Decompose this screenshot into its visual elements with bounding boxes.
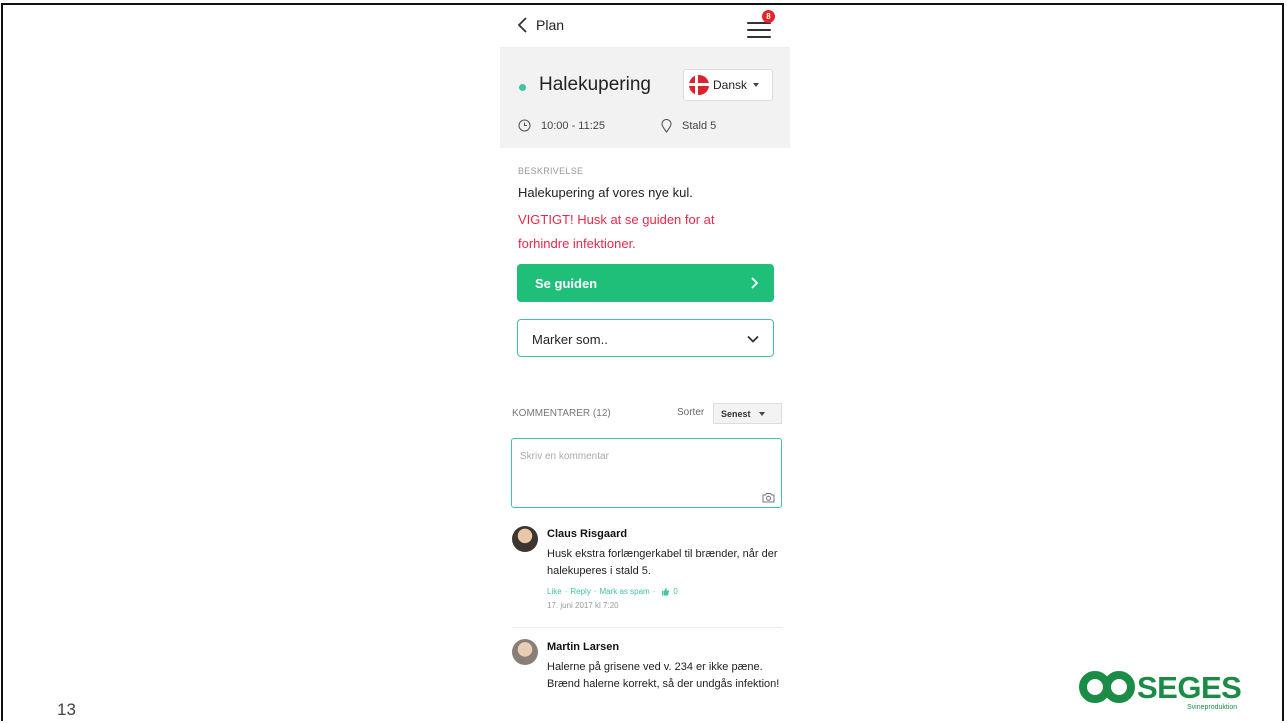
task-title: Halekupering	[539, 74, 651, 95]
reply-link[interactable]: Reply	[570, 587, 590, 596]
comment-text: Halerne på grisene ved v. 234 er ikke pæ…	[547, 661, 780, 690]
task-location: Stald 5	[661, 119, 716, 133]
sort-value: Senest	[721, 408, 751, 419]
description-text: Halekupering af vores nye kul.	[518, 185, 693, 200]
see-guide-label: Se guiden	[535, 276, 598, 291]
language-label: Dansk	[713, 78, 748, 92]
comment-divider	[512, 627, 782, 628]
top-bar: Plan 8	[500, 6, 790, 48]
caret-down-icon	[758, 411, 765, 416]
description-label: BESKRIVELSE	[518, 166, 584, 176]
status-dot	[519, 84, 526, 91]
avatar[interactable]	[512, 639, 538, 665]
location-text: Stald 5	[682, 120, 717, 132]
location-pin-icon	[661, 119, 672, 133]
see-guide-button[interactable]: Se guiden	[517, 264, 774, 302]
time-text: 10:00 - 11:25	[541, 119, 606, 132]
comments-count-label: KOMMENTARER (12)	[512, 408, 611, 419]
chevron-left-icon	[517, 17, 527, 33]
comment-input[interactable]	[511, 438, 782, 508]
comment-date: 17. juni 2017 kl 7:20	[547, 601, 619, 610]
logo-name: SEGES	[1137, 670, 1242, 705]
like-link[interactable]: Like	[547, 587, 562, 596]
like-count[interactable]: 0	[661, 587, 678, 596]
back-button[interactable]: Plan	[516, 16, 564, 34]
logo-ring-right	[1103, 671, 1135, 703]
comment-author[interactable]: Claus Risgaard	[547, 528, 627, 540]
back-label: Plan	[536, 17, 565, 33]
notification-badge: 8	[762, 10, 775, 23]
chevron-right-icon	[751, 277, 758, 289]
mark-as-spam-link[interactable]: Mark as spam	[599, 587, 649, 596]
slide-number: 13	[57, 700, 76, 719]
task-header: Halekupering Dansk 10:00 - 11:25 Stald 5	[500, 48, 790, 148]
comment-actions: Like · Reply · Mark as spam · 0	[547, 587, 678, 596]
language-select[interactable]: Dansk	[683, 69, 773, 101]
seges-logo: SEGES Svineproduktion	[1079, 668, 1249, 718]
phone-screen: Plan 8 Halekupering Dansk 10:00 - 11:25 …	[500, 6, 790, 723]
like-count-value: 0	[673, 587, 678, 596]
description-warning: VIGTIGT! Husk at se guiden for at forhin…	[518, 212, 715, 251]
sort-label: Sorter	[677, 407, 705, 418]
mark-as-label: Marker som..	[532, 332, 608, 347]
danish-flag-icon	[689, 75, 709, 95]
avatar[interactable]	[512, 526, 538, 552]
comment-author[interactable]: Martin Larsen	[547, 641, 619, 653]
task-time: 10:00 - 11:25	[518, 119, 605, 132]
mark-as-dropdown[interactable]: Marker som..	[517, 319, 774, 357]
clock-icon	[518, 119, 531, 132]
thumbs-up-icon	[662, 588, 670, 596]
camera-icon[interactable]	[762, 492, 775, 503]
comment-text: Husk ekstra forlængerkabel til brænder, …	[547, 548, 778, 577]
logo-subtitle: Svineproduktion	[1187, 704, 1238, 711]
chevron-down-icon	[747, 335, 759, 343]
caret-down-icon	[753, 83, 760, 87]
sort-select[interactable]: Senest	[713, 403, 782, 424]
